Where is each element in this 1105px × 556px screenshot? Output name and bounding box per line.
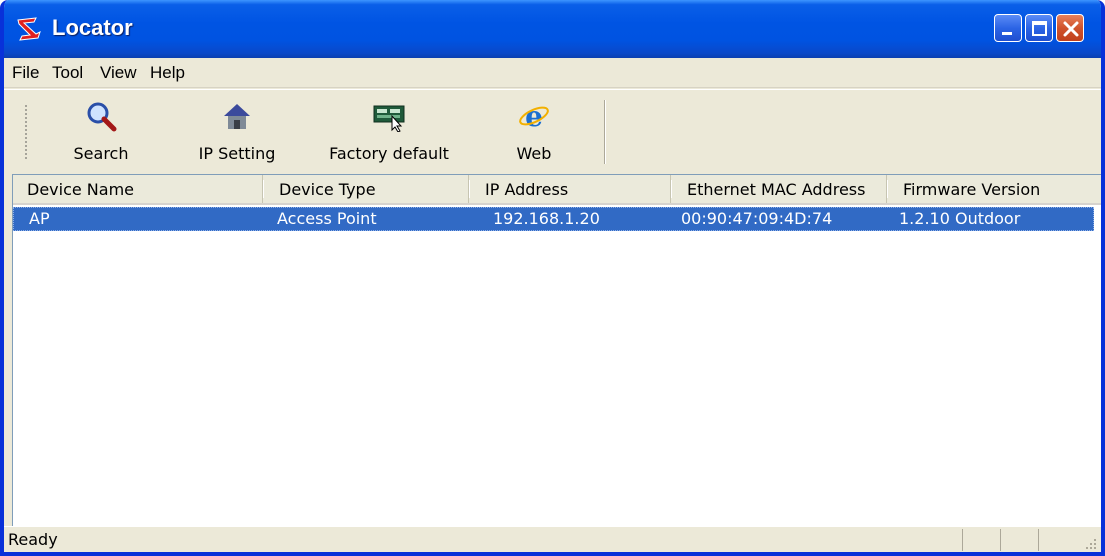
ip-setting-button[interactable]: IP Setting: [182, 96, 292, 168]
menu-bar: File Tool View Help: [4, 58, 1101, 88]
search-button[interactable]: Search: [56, 96, 146, 168]
locator-logo-icon: [17, 17, 41, 41]
column-firmware-version[interactable]: Firmware Version: [889, 175, 1101, 203]
table-row[interactable]: AP Access Point 192.168.1.20 00:90:47:09…: [13, 207, 1094, 231]
minimize-icon: [1002, 32, 1012, 35]
toolbar: Search IP Setting Factory default e Web: [4, 89, 1101, 173]
magnifier-icon: [87, 102, 117, 132]
maximize-icon: [1032, 21, 1047, 36]
ip-setting-label: IP Setting: [198, 144, 276, 163]
status-pane: [1038, 529, 1074, 551]
maximize-button[interactable]: [1025, 14, 1053, 42]
column-ip-address[interactable]: IP Address: [471, 175, 672, 203]
web-label: Web: [516, 144, 552, 163]
cell-ip-address: 192.168.1.20: [493, 209, 600, 228]
factory-default-button[interactable]: Factory default: [316, 96, 462, 168]
status-text: Ready: [8, 530, 58, 549]
menu-file[interactable]: File: [12, 63, 39, 83]
status-bar: Ready: [4, 526, 1101, 552]
factory-default-label: Factory default: [329, 144, 449, 163]
factory-reset-icon: [373, 105, 405, 132]
cell-firmware: 1.2.10 Outdoor: [899, 209, 1021, 228]
minimize-button[interactable]: [994, 14, 1022, 42]
cell-mac-address: 00:90:47:09:4D:74: [681, 209, 833, 228]
toolbar-separator: [604, 100, 606, 164]
menu-help[interactable]: Help: [150, 63, 185, 83]
cell-device-name: AP: [29, 209, 50, 228]
status-pane: [1000, 529, 1036, 551]
svg-text:e: e: [525, 100, 543, 132]
resize-grip-icon[interactable]: [1085, 538, 1097, 550]
menu-view[interactable]: View: [100, 63, 137, 83]
cell-device-type: Access Point: [277, 209, 377, 228]
status-pane: [962, 529, 998, 551]
search-label: Search: [73, 144, 129, 163]
close-icon: [1063, 21, 1079, 37]
device-list[interactable]: Device Name Device Type IP Address Ether…: [12, 174, 1101, 526]
title-bar[interactable]: Locator: [4, 0, 1101, 58]
menu-tool[interactable]: Tool: [52, 63, 83, 83]
window-title: Locator: [52, 15, 133, 40]
toolbar-grip[interactable]: [24, 104, 28, 160]
column-mac-address[interactable]: Ethernet MAC Address: [673, 175, 888, 203]
column-device-name[interactable]: Device Name: [13, 175, 264, 203]
list-header: Device Name Device Type IP Address Ether…: [13, 175, 1101, 205]
locator-window: Locator File Tool View Help Search IP Se…: [0, 0, 1105, 556]
web-button[interactable]: e Web: [498, 96, 570, 168]
close-button[interactable]: [1056, 14, 1084, 42]
internet-explorer-icon: e: [519, 100, 549, 132]
house-icon: [224, 104, 250, 129]
column-device-type[interactable]: Device Type: [265, 175, 470, 203]
